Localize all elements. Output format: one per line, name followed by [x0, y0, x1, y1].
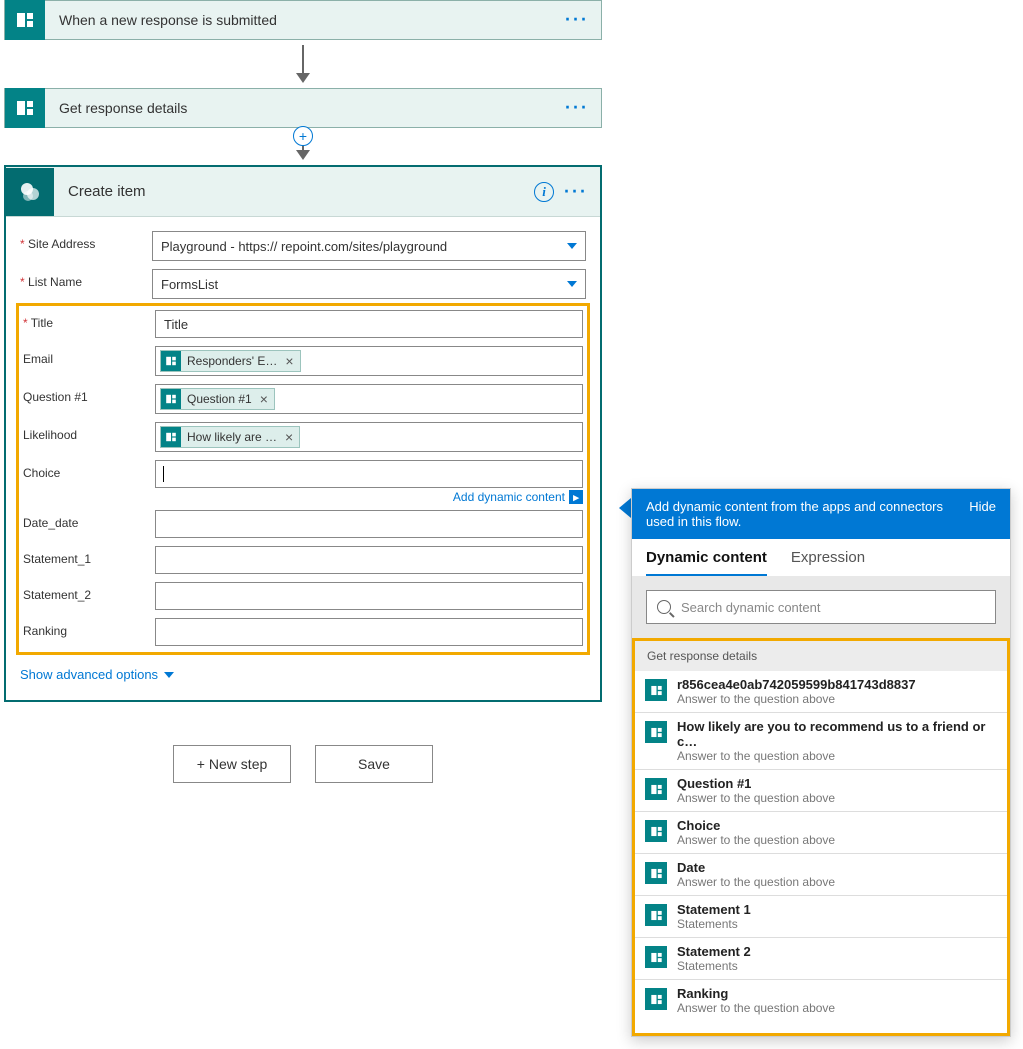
forms-icon	[5, 0, 45, 40]
panel-pointer	[619, 498, 631, 518]
hide-button[interactable]: Hide	[969, 499, 996, 529]
step-get-response-card[interactable]: Get response details ···	[4, 88, 602, 128]
token-responders-email[interactable]: Responders' E… ×	[160, 350, 301, 372]
label-list-name: * List Name	[20, 269, 152, 289]
dyn-tabs: Dynamic content Expression	[632, 539, 1010, 576]
tab-expression[interactable]: Expression	[791, 549, 865, 576]
flow-arrow-with-add: +	[4, 128, 602, 165]
step-menu-icon[interactable]: ···	[565, 10, 589, 31]
token-likelihood[interactable]: How likely are … ×	[160, 426, 300, 448]
forms-icon	[645, 862, 667, 884]
forms-icon	[645, 679, 667, 701]
label-statement2: Statement_2	[23, 582, 155, 602]
step-create-item-card: Create item i ··· * Site Address Playgro…	[4, 165, 602, 702]
info-icon[interactable]: i	[534, 182, 554, 202]
likelihood-input[interactable]: How likely are … ×	[155, 422, 583, 452]
question1-input[interactable]: Question #1 ×	[155, 384, 583, 414]
statement2-input[interactable]	[155, 582, 583, 610]
dyn-list-highlighted: Get response details r856cea4e0ab7420595…	[632, 638, 1010, 1036]
show-advanced-options-link[interactable]: Show advanced options	[20, 667, 586, 682]
dyn-panel-header: Add dynamic content from the apps and co…	[632, 489, 1010, 539]
flow-canvas: When a new response is submitted ··· Get…	[4, 0, 604, 702]
step-menu-icon[interactable]: ···	[564, 181, 588, 202]
step-trigger-card[interactable]: When a new response is submitted ···	[4, 0, 602, 40]
forms-icon	[161, 351, 181, 371]
create-item-body: * Site Address Playground - https:// rep…	[6, 217, 600, 700]
dyn-header-text: Add dynamic content from the apps and co…	[646, 499, 946, 529]
label-date: Date_date	[23, 510, 155, 530]
label-question1: Question #1	[23, 384, 155, 404]
label-title: * Title	[23, 310, 155, 330]
label-ranking: Ranking	[23, 618, 155, 638]
dyn-item[interactable]: ChoiceAnswer to the question above	[635, 812, 1007, 854]
dynamic-content-panel: Add dynamic content from the apps and co…	[631, 488, 1011, 1037]
forms-icon	[161, 389, 181, 409]
highlighted-fields: * Title Title Email Responders' E… ×	[16, 303, 590, 655]
label-site-address: * Site Address	[20, 231, 152, 251]
tab-dynamic-content[interactable]: Dynamic content	[646, 549, 767, 576]
new-step-button[interactable]: +New step	[173, 745, 291, 783]
search-input[interactable]: Search dynamic content	[646, 590, 996, 624]
date-input[interactable]	[155, 510, 583, 538]
site-address-value: Playground - https:// repoint.com/sites/…	[161, 239, 447, 254]
chevron-down-icon	[567, 243, 577, 249]
forms-icon	[645, 946, 667, 968]
forms-icon	[645, 778, 667, 800]
label-likelihood: Likelihood	[23, 422, 155, 442]
forms-icon	[161, 427, 181, 447]
search-icon	[657, 600, 671, 614]
step-create-item-title: Create item	[54, 183, 600, 200]
dyn-item[interactable]: DateAnswer to the question above	[635, 854, 1007, 896]
flow-arrow	[4, 40, 602, 88]
email-input[interactable]: Responders' E… ×	[155, 346, 583, 376]
forms-icon	[645, 820, 667, 842]
forms-icon	[5, 88, 45, 128]
forms-icon	[645, 721, 667, 743]
choice-input[interactable]	[155, 460, 583, 488]
title-input[interactable]: Title	[155, 310, 583, 338]
dyn-content-list: r856cea4e0ab742059599b841743d8837Answer …	[635, 671, 1007, 1021]
step-create-item-header[interactable]: Create item i ···	[6, 167, 600, 217]
action-buttons: +New step Save	[4, 745, 602, 783]
dyn-item[interactable]: Question #1Answer to the question above	[635, 770, 1007, 812]
token-remove-icon[interactable]: ×	[279, 353, 299, 369]
ranking-input[interactable]	[155, 618, 583, 646]
statement1-input[interactable]	[155, 546, 583, 574]
dyn-item[interactable]: Statement 1Statements	[635, 896, 1007, 938]
save-button[interactable]: Save	[315, 745, 433, 783]
dyn-search-wrap: Search dynamic content	[632, 576, 1010, 638]
chevron-down-icon	[164, 672, 174, 678]
dyn-item[interactable]: r856cea4e0ab742059599b841743d8837Answer …	[635, 671, 1007, 713]
chevron-down-icon	[567, 281, 577, 287]
dyn-section-title: Get response details	[635, 641, 1007, 671]
step-get-response-title: Get response details	[45, 100, 601, 116]
label-statement1: Statement_1	[23, 546, 155, 566]
step-menu-icon[interactable]: ···	[565, 98, 589, 119]
list-name-dropdown[interactable]: FormsList	[152, 269, 586, 299]
add-step-icon[interactable]: +	[293, 126, 313, 146]
search-placeholder: Search dynamic content	[681, 600, 820, 615]
label-email: Email	[23, 346, 155, 366]
dyn-item[interactable]: Statement 2Statements	[635, 938, 1007, 980]
add-dynamic-content-link[interactable]: Add dynamic content ▸	[155, 490, 583, 504]
token-remove-icon[interactable]: ×	[254, 391, 274, 407]
token-remove-icon[interactable]: ×	[279, 429, 299, 445]
list-name-value: FormsList	[161, 277, 218, 292]
dyn-item[interactable]: RankingAnswer to the question above	[635, 980, 1007, 1021]
dyn-item[interactable]: How likely are you to recommend us to a …	[635, 713, 1007, 770]
site-address-dropdown[interactable]: Playground - https:// repoint.com/sites/…	[152, 231, 586, 261]
forms-icon	[645, 988, 667, 1010]
forms-icon	[645, 904, 667, 926]
step-trigger-title: When a new response is submitted	[45, 12, 601, 28]
sharepoint-icon	[6, 168, 54, 216]
text-cursor	[163, 466, 164, 482]
token-question1[interactable]: Question #1 ×	[160, 388, 275, 410]
add-dynamic-icon: ▸	[569, 490, 583, 504]
label-choice: Choice	[23, 460, 155, 480]
